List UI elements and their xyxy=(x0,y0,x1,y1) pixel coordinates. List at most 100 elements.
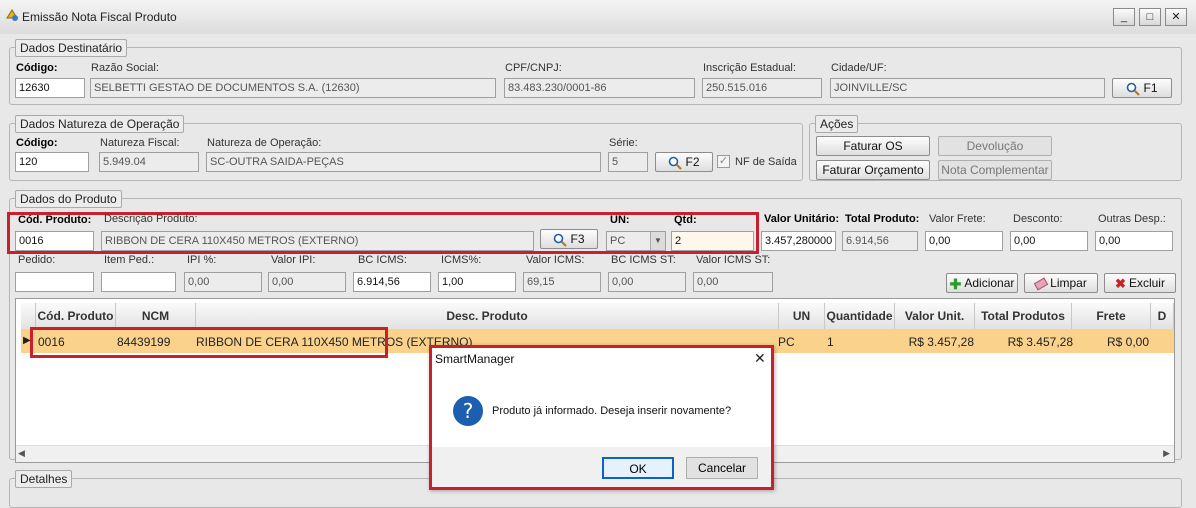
valor-unitario-field[interactable]: 3.457,280000 xyxy=(761,231,836,251)
faturar-orcamento-button[interactable]: Faturar Orçamento xyxy=(816,160,930,180)
dialog-close-icon[interactable]: ✕ xyxy=(754,350,766,367)
natureza-codigo-field[interactable]: 120 xyxy=(15,152,89,172)
valor-frete-field[interactable]: 0,00 xyxy=(925,231,1003,251)
devolucao-button[interactable]: Devolução xyxy=(938,136,1052,156)
svg-text:?: ? xyxy=(463,399,474,423)
search-icon xyxy=(1127,82,1141,96)
excluir-label: Excluir xyxy=(1128,276,1165,290)
f1-search-button[interactable]: F1 xyxy=(1112,78,1172,98)
excluir-button[interactable]: ✖ Excluir xyxy=(1104,273,1176,293)
detalhes-legend: Detalhes xyxy=(15,470,73,488)
desconto-field[interactable]: 0,00 xyxy=(1010,231,1088,251)
codigo-label: Código: xyxy=(16,62,58,74)
valor-ipi-field[interactable]: 0,00 xyxy=(268,272,346,292)
grid-header-cod[interactable]: Cód. Produto xyxy=(36,303,116,329)
grid-header-d[interactable]: D xyxy=(1151,303,1174,329)
desconto-label: Desconto: xyxy=(1013,213,1063,225)
grid-header-un[interactable]: UN xyxy=(779,303,825,329)
valor-icms-st-label: Valor ICMS ST: xyxy=(696,254,771,266)
razao-label: Razão Social: xyxy=(91,62,159,74)
ipi-field[interactable]: 0,00 xyxy=(184,272,262,292)
qtd-label: Qtd: xyxy=(674,214,697,226)
ie-label: Inscrição Estadual: xyxy=(703,62,796,74)
grid-header-valor-unit[interactable]: Valor Unit. xyxy=(895,303,975,329)
adicionar-button[interactable]: ✚ Adicionar xyxy=(946,273,1018,293)
limpar-label: Limpar xyxy=(1050,276,1087,290)
acoes-legend: Ações xyxy=(815,115,859,133)
natureza-legend: Dados Natureza de Operação xyxy=(15,115,185,133)
cell-quantidade: 1 xyxy=(827,335,834,349)
bc-icms-st-field[interactable]: 0,00 xyxy=(608,272,686,292)
razao-social-field[interactable]: SELBETTI GESTAO DE DOCUMENTOS S.A. (1263… xyxy=(90,78,496,98)
cell-frete: R$ 0,00 xyxy=(1106,335,1149,349)
inscricao-estadual-field[interactable]: 250.515.016 xyxy=(702,78,822,98)
faturar-os-button[interactable]: Faturar OS xyxy=(816,136,930,156)
valor-icms-field[interactable]: 69,15 xyxy=(523,272,601,292)
scroll-left-icon[interactable]: ◀ xyxy=(18,448,25,459)
bc-icms-field[interactable]: 6.914,56 xyxy=(353,272,431,292)
plus-icon: ✚ xyxy=(949,275,962,292)
search-icon xyxy=(554,233,568,247)
grid-header-ncm[interactable]: NCM xyxy=(116,303,196,329)
total-produto-label: Total Produto: xyxy=(845,213,920,225)
ok-button[interactable]: OK xyxy=(602,457,674,479)
limpar-button[interactable]: Limpar xyxy=(1024,273,1098,293)
nf-saida-checkbox[interactable]: ✓ xyxy=(717,155,730,168)
cod-produto-label: Cód. Produto: xyxy=(18,214,92,226)
grid-header-total[interactable]: Total Produtos xyxy=(975,303,1072,329)
icms-percent-field[interactable]: 1,00 xyxy=(438,272,516,292)
serie-field[interactable]: 5 xyxy=(608,152,648,172)
qtd-field[interactable]: 2 xyxy=(671,231,754,251)
valor-ipi-label: Valor IPI: xyxy=(271,254,316,266)
f3-search-button[interactable]: F3 xyxy=(540,229,598,249)
un-label: UN: xyxy=(610,214,630,226)
pedido-label: Pedido: xyxy=(18,254,56,266)
pedido-field[interactable] xyxy=(15,272,94,292)
grid-header-frete[interactable]: Frete xyxy=(1072,303,1151,329)
cpf-cnpj-field[interactable]: 83.483.230/0001-86 xyxy=(504,78,695,98)
scroll-right-icon[interactable]: ▶ xyxy=(1163,448,1170,459)
f2-label: F2 xyxy=(685,155,700,169)
total-produto-field[interactable]: 6.914,56 xyxy=(842,231,918,251)
destinatario-codigo-field[interactable]: 12630 xyxy=(15,78,85,98)
outras-despesas-field[interactable]: 0,00 xyxy=(1095,231,1173,251)
cidade-uf-field[interactable]: JOINVILLE/SC xyxy=(830,78,1105,98)
grid-header-desc[interactable]: Desc. Produto xyxy=(196,303,779,329)
un-select[interactable]: PC ▼ xyxy=(606,231,666,251)
natureza-fiscal-field[interactable]: 5.949.04 xyxy=(99,152,199,172)
cell-un: PC xyxy=(778,335,795,349)
produto-legend: Dados do Produto xyxy=(15,190,122,208)
cpf-label: CPF/CNPJ: xyxy=(505,62,562,74)
cancelar-button[interactable]: Cancelar xyxy=(686,457,758,479)
bc-icms-label: BC ICMS: xyxy=(358,254,407,266)
f1-label: F1 xyxy=(1143,81,1158,95)
nat-codigo-label: Código: xyxy=(16,137,58,149)
nota-complementar-button[interactable]: Nota Complementar xyxy=(938,160,1052,180)
dialog-message: Produto já informado. Deseja inserir nov… xyxy=(492,405,732,417)
app-icon xyxy=(6,9,18,21)
minimize-button[interactable]: _ xyxy=(1113,8,1135,26)
natureza-operacao-field[interactable]: SC-OUTRA SAIDA-PEÇAS xyxy=(206,152,601,172)
cod-produto-field[interactable]: 0016 xyxy=(15,231,94,251)
window-title: Emissão Nota Fiscal Produto xyxy=(22,10,177,24)
serie-label: Série: xyxy=(609,137,638,149)
maximize-button[interactable]: □ xyxy=(1139,8,1161,26)
item-pedido-label: Item Ped.: xyxy=(104,254,155,266)
grid-header-quantidade[interactable]: Quantidade xyxy=(825,303,895,329)
item-pedido-field[interactable] xyxy=(101,272,176,292)
destinatario-legend: Dados Destinatário xyxy=(15,39,128,57)
descricao-produto-field[interactable]: RIBBON DE CERA 110X450 METROS (EXTERNO) xyxy=(101,231,534,251)
chevron-down-icon[interactable]: ▼ xyxy=(650,232,665,250)
f2-search-button[interactable]: F2 xyxy=(655,152,713,172)
grid-header-indicator xyxy=(21,303,36,329)
close-window-button[interactable]: ✕ xyxy=(1165,8,1187,26)
adicionar-label: Adicionar xyxy=(964,276,1015,290)
f3-label: F3 xyxy=(570,232,585,246)
delete-icon: ✖ xyxy=(1115,275,1126,291)
valor-unitario-label: Valor Unitário: xyxy=(764,213,840,225)
valor-frete-label: Valor Frete: xyxy=(929,213,986,225)
ipi-label: IPI %: xyxy=(187,254,217,266)
valor-icms-label: Valor ICMS: xyxy=(526,254,585,266)
valor-icms-st-field[interactable]: 0,00 xyxy=(693,272,773,292)
cell-valor-unit: R$ 3.457,28 xyxy=(908,335,974,349)
